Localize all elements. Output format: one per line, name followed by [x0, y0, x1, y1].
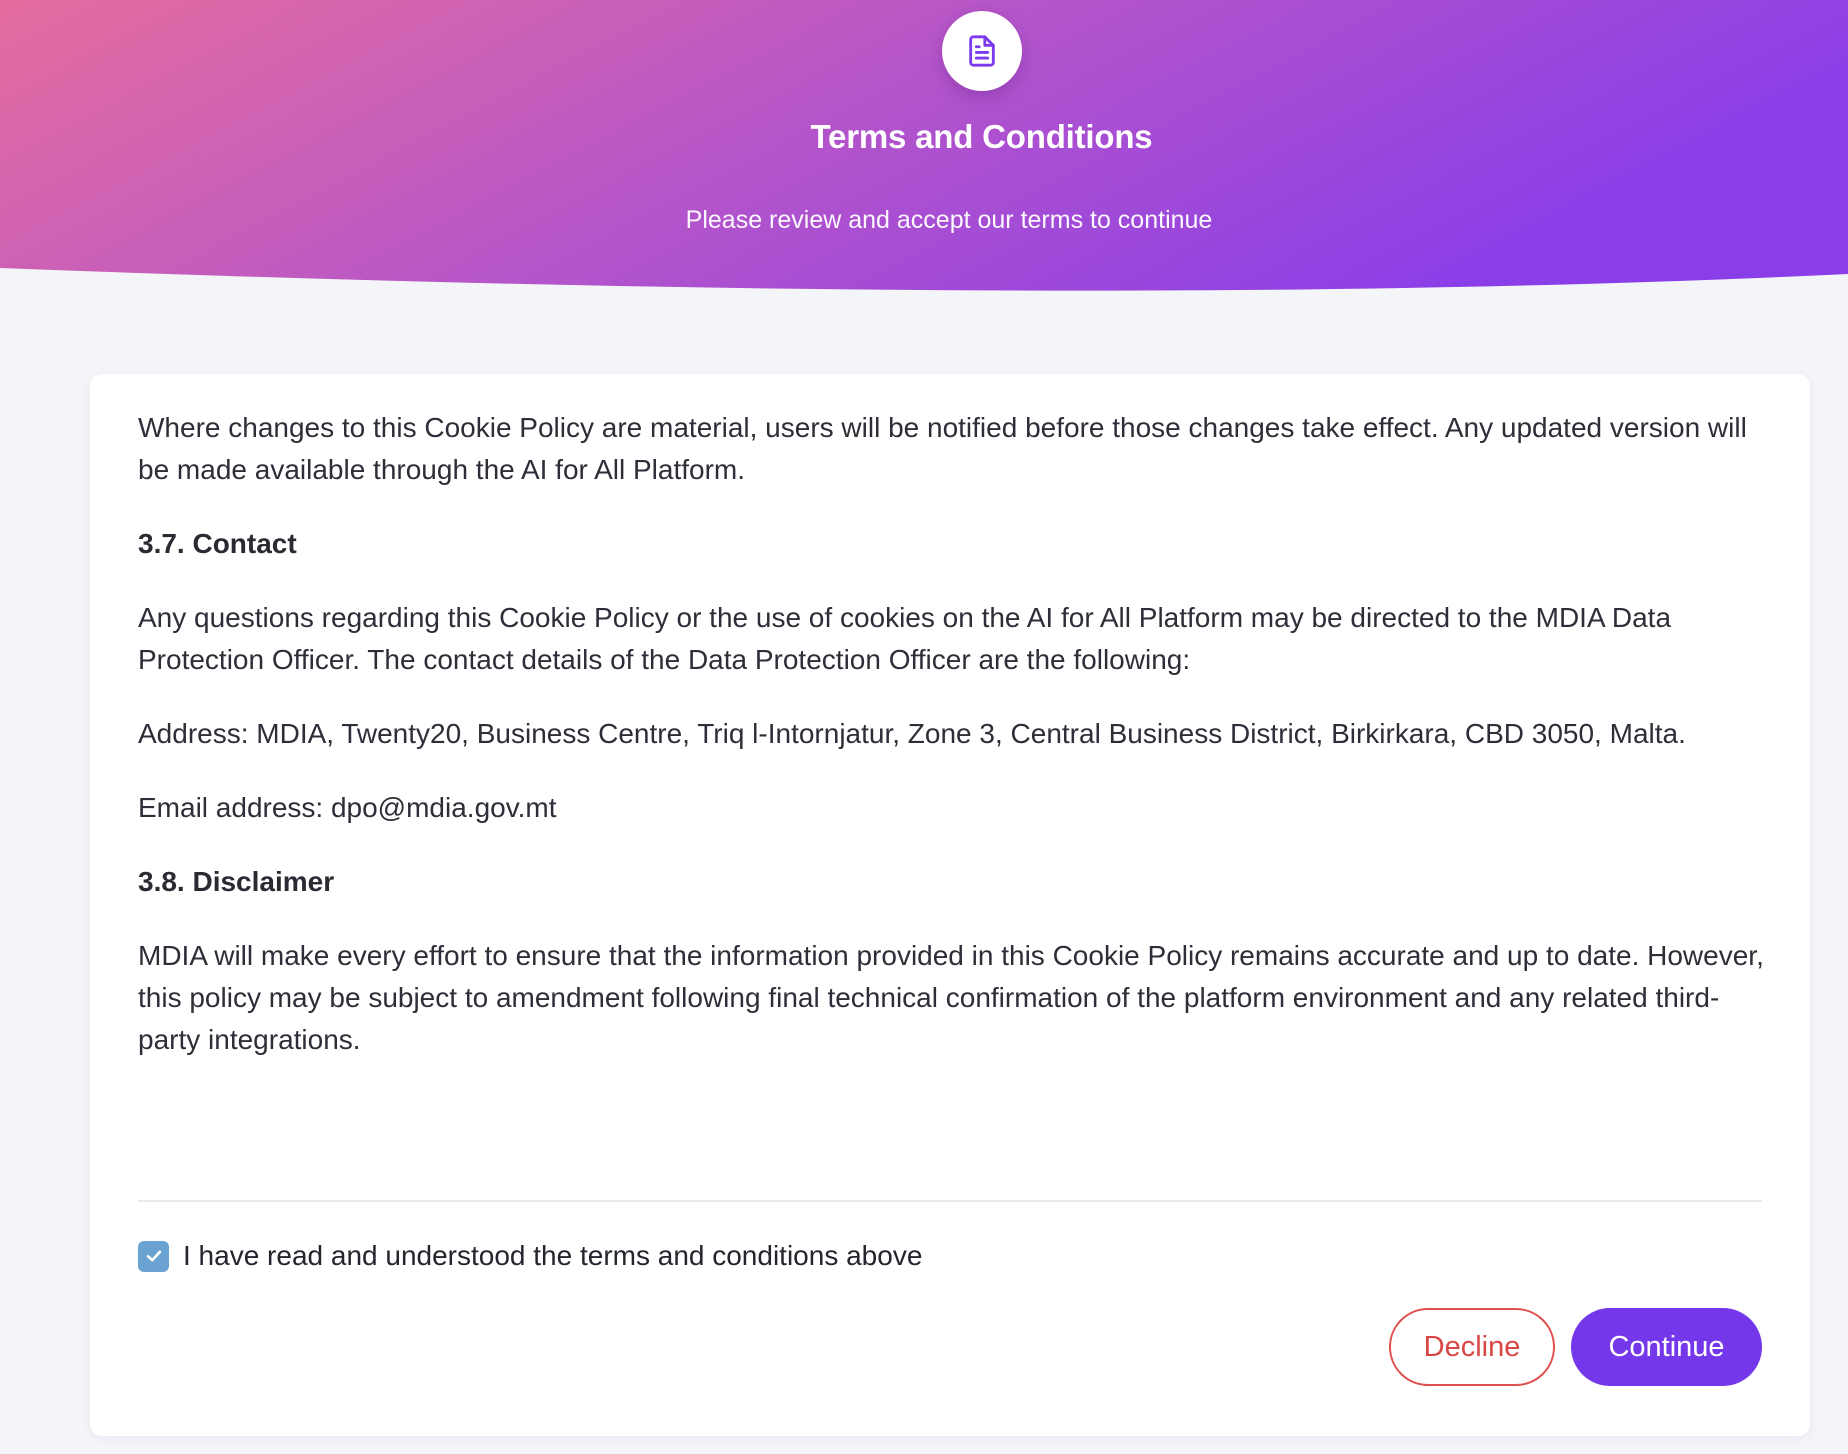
disclaimer-paragraph: MDIA will make every effort to ensure th… [138, 940, 1764, 1055]
intro-paragraph: Where changes to this Cookie Policy are … [138, 412, 1747, 485]
check-icon [146, 1250, 161, 1262]
contact-email: Email address: dpo@mdia.gov.mt [138, 792, 557, 823]
acknowledge-row[interactable]: I have read and understood the terms and… [138, 1240, 922, 1272]
acknowledge-label[interactable]: I have read and understood the terms and… [183, 1240, 922, 1272]
section-heading-contact: 3.7. Contact [138, 528, 297, 559]
terms-scroll-area[interactable]: Where changes to this Cookie Policy are … [138, 374, 1770, 1194]
header-banner: Terms and Conditions Please review and a… [0, 0, 1848, 300]
contact-paragraph: Any questions regarding this Cookie Poli… [138, 602, 1672, 675]
terms-content: Where changes to this Cookie Policy are … [138, 407, 1770, 1093]
divider [138, 1200, 1762, 1202]
continue-button[interactable]: Continue [1571, 1308, 1762, 1386]
section-heading-disclaimer: 3.8. Disclaimer [138, 866, 335, 897]
decline-button[interactable]: Decline [1389, 1308, 1555, 1386]
acknowledge-checkbox[interactable] [138, 1240, 169, 1272]
terms-card: Where changes to this Cookie Policy are … [90, 374, 1810, 1436]
page-title: Terms and Conditions [810, 118, 1153, 155]
document-icon [942, 11, 1022, 91]
page-subtitle: Please review and accept our terms to co… [685, 206, 1213, 234]
contact-address: Address: MDIA, Twenty20, Business Centre… [138, 718, 1686, 749]
